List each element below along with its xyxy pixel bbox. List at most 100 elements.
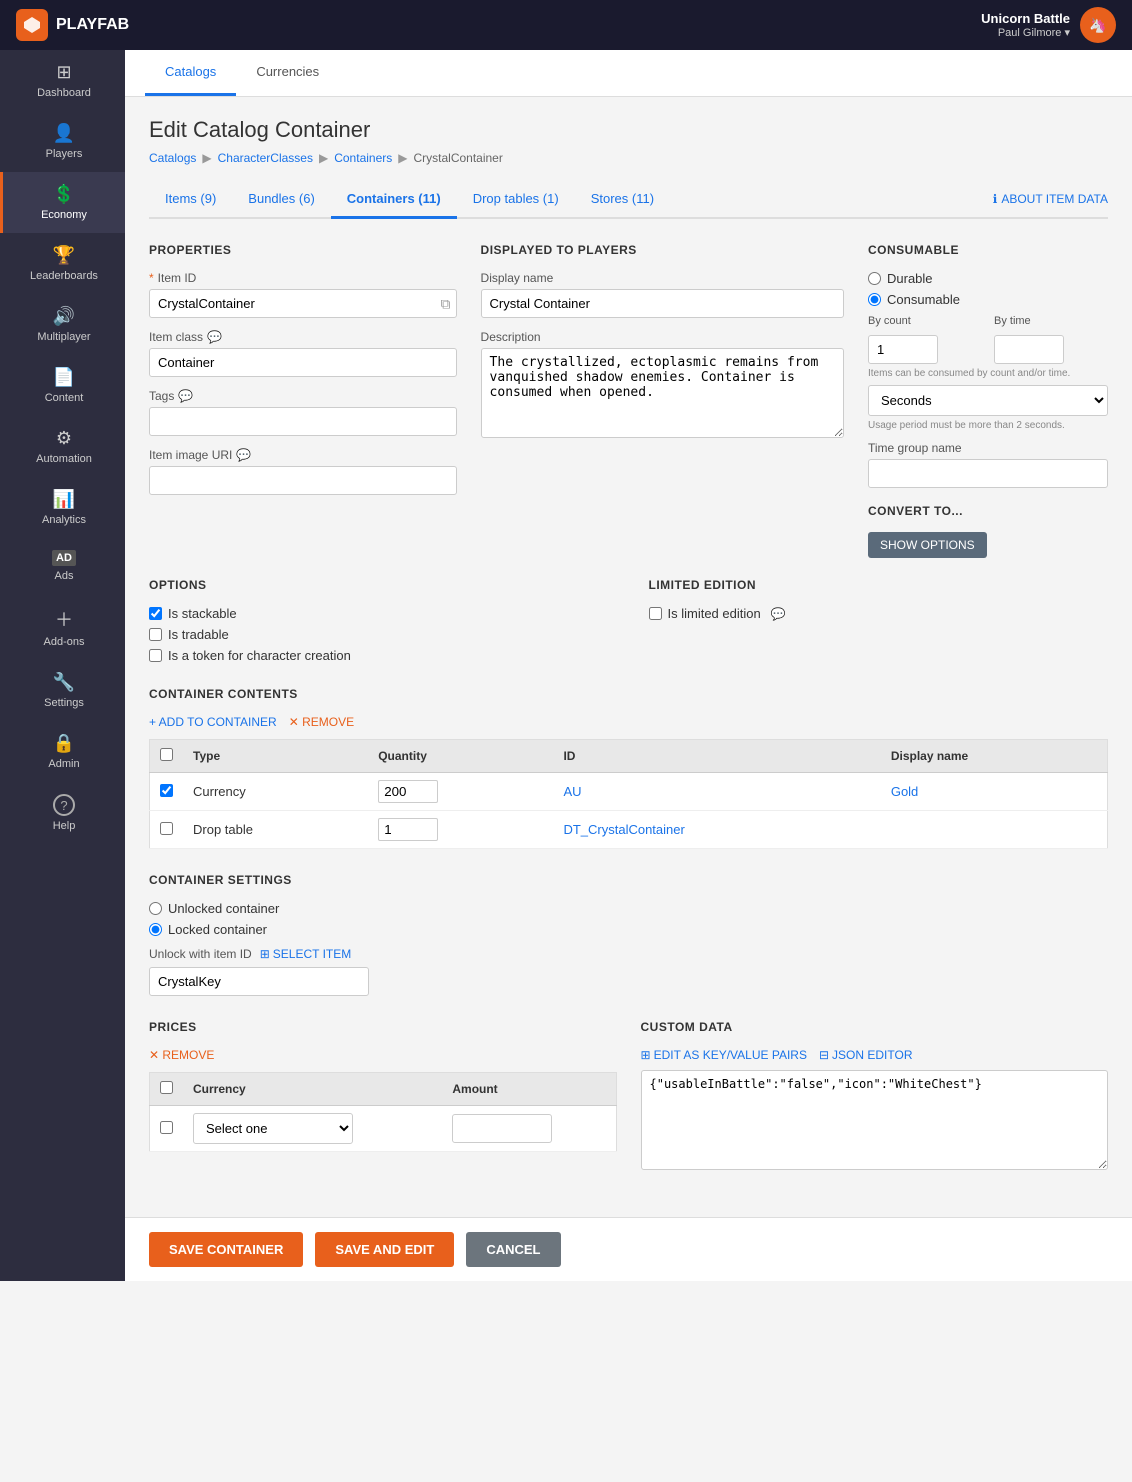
prices-select-all[interactable] — [160, 1081, 173, 1094]
row-id-link[interactable]: DT_CrystalContainer — [563, 822, 684, 837]
sidebar-item-analytics[interactable]: 📊 Analytics — [0, 477, 125, 538]
item-class-input[interactable] — [149, 348, 457, 377]
is-token-label[interactable]: Is a token for character creation — [149, 648, 609, 663]
custom-data-textarea[interactable]: {"usableInBattle":"false","icon":"WhiteC… — [641, 1070, 1109, 1170]
sidebar-item-ads[interactable]: AD Ads — [0, 538, 125, 594]
convert-title: CONVERT TO... — [868, 504, 1108, 518]
time-group-name-input[interactable] — [868, 459, 1108, 488]
row-checkbox[interactable] — [160, 822, 173, 835]
sidebar-item-label: Players — [46, 148, 83, 160]
row-display-name: Gold — [881, 773, 1108, 811]
breadcrumb-containers[interactable]: Containers — [334, 151, 392, 165]
remove-container-button[interactable]: ✕ REMOVE — [289, 715, 354, 729]
consumable-radio-label[interactable]: Consumable — [868, 292, 1108, 307]
sidebar-item-multiplayer[interactable]: 🔊 Multiplayer — [0, 294, 125, 355]
currency-select[interactable]: Select one — [193, 1113, 353, 1144]
copy-icon[interactable]: ⧉ — [441, 295, 451, 312]
sidebar-item-players[interactable]: 👤 Players — [0, 111, 125, 172]
edit-kv-pairs-link[interactable]: ⊞ EDIT AS KEY/VALUE PAIRS — [641, 1048, 807, 1062]
options-title: OPTIONS — [149, 578, 609, 592]
json-editor-link[interactable]: ⊟ JSON EDITOR — [819, 1048, 913, 1062]
durable-radio-label[interactable]: Durable — [868, 271, 1108, 286]
limited-edition-comment-icon[interactable]: 💬 — [771, 607, 786, 621]
top-nav: PLAYFAB Unicorn Battle Paul Gilmore ▾ 🦄 — [0, 0, 1132, 50]
tab-containers[interactable]: Containers (11) — [331, 181, 457, 219]
sidebar-item-dashboard[interactable]: ⊞ Dashboard — [0, 50, 125, 111]
prices-remove-button[interactable]: ✕ REMOVE — [149, 1048, 214, 1062]
about-item-data[interactable]: ℹ ABOUT ITEM DATA — [993, 192, 1108, 206]
time-unit-select[interactable]: Seconds — [868, 385, 1108, 416]
tab-drop-tables[interactable]: Drop tables (1) — [457, 181, 575, 219]
tab-catalogs[interactable]: Catalogs — [145, 50, 236, 96]
tags-comment-icon[interactable]: 💬 — [178, 389, 193, 403]
show-options-button[interactable]: SHOW OPTIONS — [868, 532, 987, 558]
amount-input[interactable] — [452, 1114, 552, 1143]
by-time-input[interactable] — [994, 335, 1064, 364]
consumable-radio[interactable] — [868, 293, 881, 306]
durable-radio[interactable] — [868, 272, 881, 285]
col-amount: Amount — [442, 1073, 616, 1106]
locked-radio-label[interactable]: Locked container — [149, 922, 1108, 937]
tab-bundles[interactable]: Bundles (6) — [232, 181, 330, 219]
select-item-link[interactable]: ⊞ SELECT ITEM — [260, 947, 352, 961]
is-stackable-checkbox[interactable] — [149, 607, 162, 620]
is-limited-checkbox[interactable] — [649, 607, 662, 620]
save-and-edit-button[interactable]: SAVE AND EDIT — [315, 1232, 454, 1267]
by-count-input[interactable] — [868, 335, 938, 364]
sidebar-item-leaderboards[interactable]: 🏆 Leaderboards — [0, 233, 125, 294]
table-row: Drop table DT_CrystalContainer — [150, 811, 1108, 849]
is-stackable-label[interactable]: Is stackable — [149, 606, 609, 621]
unlocked-radio-label[interactable]: Unlocked container — [149, 901, 1108, 916]
breadcrumb-catalogs[interactable]: Catalogs — [149, 151, 196, 165]
image-uri-label: Item image URI 💬 — [149, 448, 457, 462]
display-name-label: Display name — [481, 271, 844, 285]
grid-icon: ⊞ — [260, 947, 270, 961]
unlock-item-id-input[interactable] — [149, 967, 369, 996]
is-tradable-label[interactable]: Is tradable — [149, 627, 609, 642]
options-check-group: Is stackable Is tradable Is a token for … — [149, 606, 609, 663]
tab-bar: Catalogs Currencies — [125, 50, 1132, 97]
tags-input[interactable] — [149, 407, 457, 436]
item-class-comment-icon[interactable]: 💬 — [207, 330, 222, 344]
sidebar-item-label: Automation — [36, 453, 92, 465]
row-id-link[interactable]: AU — [563, 784, 581, 799]
sidebar-item-label: Analytics — [42, 514, 86, 526]
analytics-icon: 📊 — [53, 489, 75, 510]
limited-edition-title: LIMITED EDITION — [649, 578, 1109, 592]
display-name-input[interactable] — [481, 289, 844, 318]
is-tradable-checkbox[interactable] — [149, 628, 162, 641]
col-display-name: Display name — [881, 740, 1108, 773]
item-id-input[interactable] — [149, 289, 457, 318]
sidebar-item-admin[interactable]: 🔒 Admin — [0, 721, 125, 782]
is-token-checkbox[interactable] — [149, 649, 162, 662]
tab-currencies[interactable]: Currencies — [236, 50, 339, 96]
add-remove-bar: + ADD TO CONTAINER ✕ REMOVE — [149, 715, 1108, 729]
price-row-checkbox[interactable] — [160, 1121, 173, 1134]
tab-items[interactable]: Items (9) — [149, 181, 232, 219]
row-quantity-input[interactable] — [378, 780, 438, 803]
row-display-link[interactable]: Gold — [891, 784, 918, 799]
sidebar-item-content[interactable]: 📄 Content — [0, 355, 125, 416]
is-limited-label[interactable]: Is limited edition 💬 — [649, 606, 1109, 621]
locked-radio[interactable] — [149, 923, 162, 936]
cancel-button[interactable]: CANCEL — [466, 1232, 560, 1267]
sidebar-item-help[interactable]: ? Help — [0, 782, 125, 844]
image-uri-input[interactable] — [149, 466, 457, 495]
sidebar-item-automation[interactable]: ⚙ Automation — [0, 416, 125, 477]
save-container-button[interactable]: SAVE CONTAINER — [149, 1232, 303, 1267]
row-checkbox[interactable] — [160, 784, 173, 797]
sidebar-item-settings[interactable]: 🔧 Settings — [0, 660, 125, 721]
breadcrumb-characterclasses[interactable]: CharacterClasses — [218, 151, 313, 165]
user-area[interactable]: Unicorn Battle Paul Gilmore ▾ 🦄 — [981, 7, 1116, 43]
select-all-checkbox[interactable] — [160, 748, 173, 761]
row-quantity-input[interactable] — [378, 818, 438, 841]
custom-data-title: CUSTOM DATA — [641, 1020, 1109, 1034]
description-input[interactable]: The crystallized, ectoplasmic remains fr… — [481, 348, 844, 438]
sidebar-item-addons[interactable]: ＋ Add-ons — [0, 594, 125, 660]
image-uri-comment-icon[interactable]: 💬 — [236, 448, 251, 462]
unlocked-radio[interactable] — [149, 902, 162, 915]
tab-stores[interactable]: Stores (11) — [575, 181, 670, 219]
add-to-container-button[interactable]: + ADD TO CONTAINER — [149, 715, 277, 729]
sidebar-item-economy[interactable]: 💲 Economy — [0, 172, 125, 233]
page-title: Edit Catalog Container — [149, 117, 1108, 143]
